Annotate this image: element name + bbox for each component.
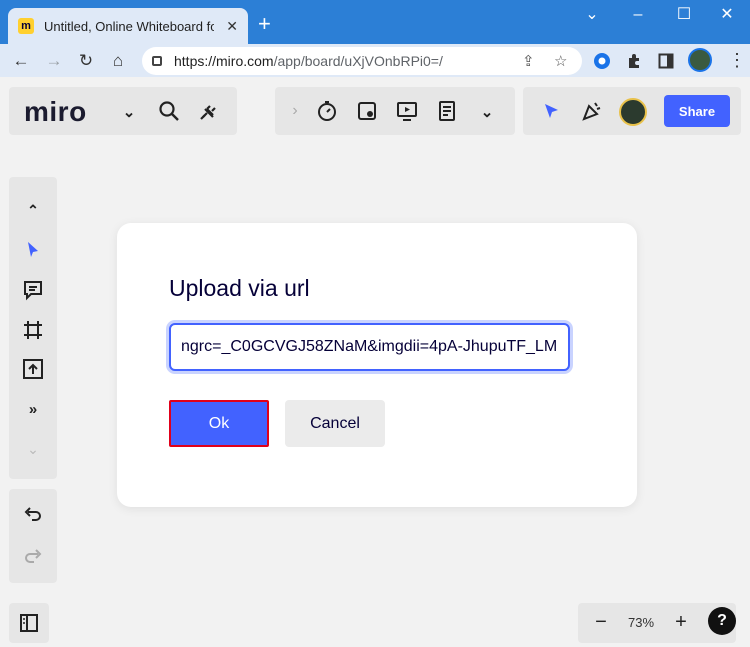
- plug-icon[interactable]: [197, 99, 221, 123]
- cursor-reaction-icon[interactable]: [540, 99, 564, 123]
- share-page-icon[interactable]: ⇪: [522, 52, 535, 70]
- back-icon[interactable]: ←: [9, 49, 33, 73]
- dialog-title: Upload via url: [169, 275, 310, 301]
- reload-icon[interactable]: ↻: [74, 49, 98, 73]
- upload-url-dialog: Upload via url Ok Cancel: [117, 223, 637, 507]
- undo-icon[interactable]: [21, 503, 45, 527]
- url-path: /app/board/uXjVOnbRPi0=/: [273, 53, 443, 69]
- browser-menu-icon[interactable]: ⋮: [728, 50, 746, 70]
- browser-tab[interactable]: m Untitled, Online Whiteboard for V ✕: [8, 8, 248, 44]
- double-chevron-down-icon[interactable]: ⌄: [118, 101, 140, 123]
- profile-avatar[interactable]: [688, 48, 712, 72]
- zoom-in-icon[interactable]: +: [670, 611, 692, 633]
- presentation-icon[interactable]: [395, 99, 419, 123]
- redo-icon[interactable]: [21, 545, 45, 569]
- sidebar-toggle-icon[interactable]: [17, 611, 41, 635]
- more-tools-icon[interactable]: »: [21, 398, 45, 420]
- maximize-icon[interactable]: ☐: [661, 4, 707, 26]
- zoom-out-icon[interactable]: −: [590, 611, 612, 633]
- cancel-button[interactable]: Cancel: [285, 400, 385, 447]
- extension-icon[interactable]: [592, 51, 612, 71]
- frame-tool-icon[interactable]: [21, 318, 45, 342]
- miro-favicon-icon: m: [18, 18, 34, 34]
- puzzle-extensions-icon[interactable]: [624, 51, 644, 71]
- share-button[interactable]: Share: [664, 95, 730, 127]
- address-bar: ← → ↻ ⌂ https://miro.com/app/board/uXjVO…: [0, 44, 750, 77]
- zoom-level[interactable]: 73%: [628, 615, 654, 630]
- chevron-right-icon[interactable]: ›: [288, 101, 302, 121]
- close-tab-icon[interactable]: ✕: [226, 18, 238, 35]
- timer-icon[interactable]: [315, 99, 339, 123]
- notes-icon[interactable]: [435, 99, 459, 123]
- tab-title: Untitled, Online Whiteboard for V: [44, 18, 214, 34]
- comment-tool-icon[interactable]: [21, 278, 45, 302]
- double-chevron-down-icon[interactable]: ⌄: [476, 101, 498, 123]
- url-host: https://miro.com: [174, 53, 274, 69]
- select-tool-icon[interactable]: [21, 238, 45, 262]
- search-icon[interactable]: [157, 99, 181, 123]
- browser-titlebar: m Untitled, Online Whiteboard for V ✕ + …: [0, 0, 750, 44]
- scroll-down-icon: ⌄: [27, 440, 39, 457]
- ok-button[interactable]: Ok: [169, 400, 269, 447]
- help-button[interactable]: ?: [708, 607, 736, 635]
- close-window-icon[interactable]: ✕: [704, 4, 750, 26]
- forward-icon[interactable]: →: [42, 49, 66, 73]
- bookmark-star-icon[interactable]: ☆: [554, 52, 567, 70]
- minimize-icon[interactable]: –: [615, 4, 661, 26]
- chevron-down-icon[interactable]: ⌄: [569, 4, 615, 26]
- lock-icon: [152, 56, 162, 66]
- side-panel-icon[interactable]: [656, 51, 676, 71]
- new-tab-icon[interactable]: +: [258, 12, 271, 36]
- voting-icon[interactable]: [355, 99, 379, 123]
- celebrate-icon[interactable]: [580, 99, 604, 123]
- collapse-toolbar-icon[interactable]: ⌃: [21, 199, 45, 221]
- url-input[interactable]: [169, 323, 570, 371]
- upload-tool-icon[interactable]: [21, 357, 45, 381]
- url-field[interactable]: https://miro.com/app/board/uXjVOnbRPi0=/…: [142, 47, 582, 75]
- miro-logo[interactable]: miro: [24, 96, 87, 128]
- user-avatar[interactable]: [619, 98, 647, 126]
- home-icon[interactable]: ⌂: [106, 49, 130, 73]
